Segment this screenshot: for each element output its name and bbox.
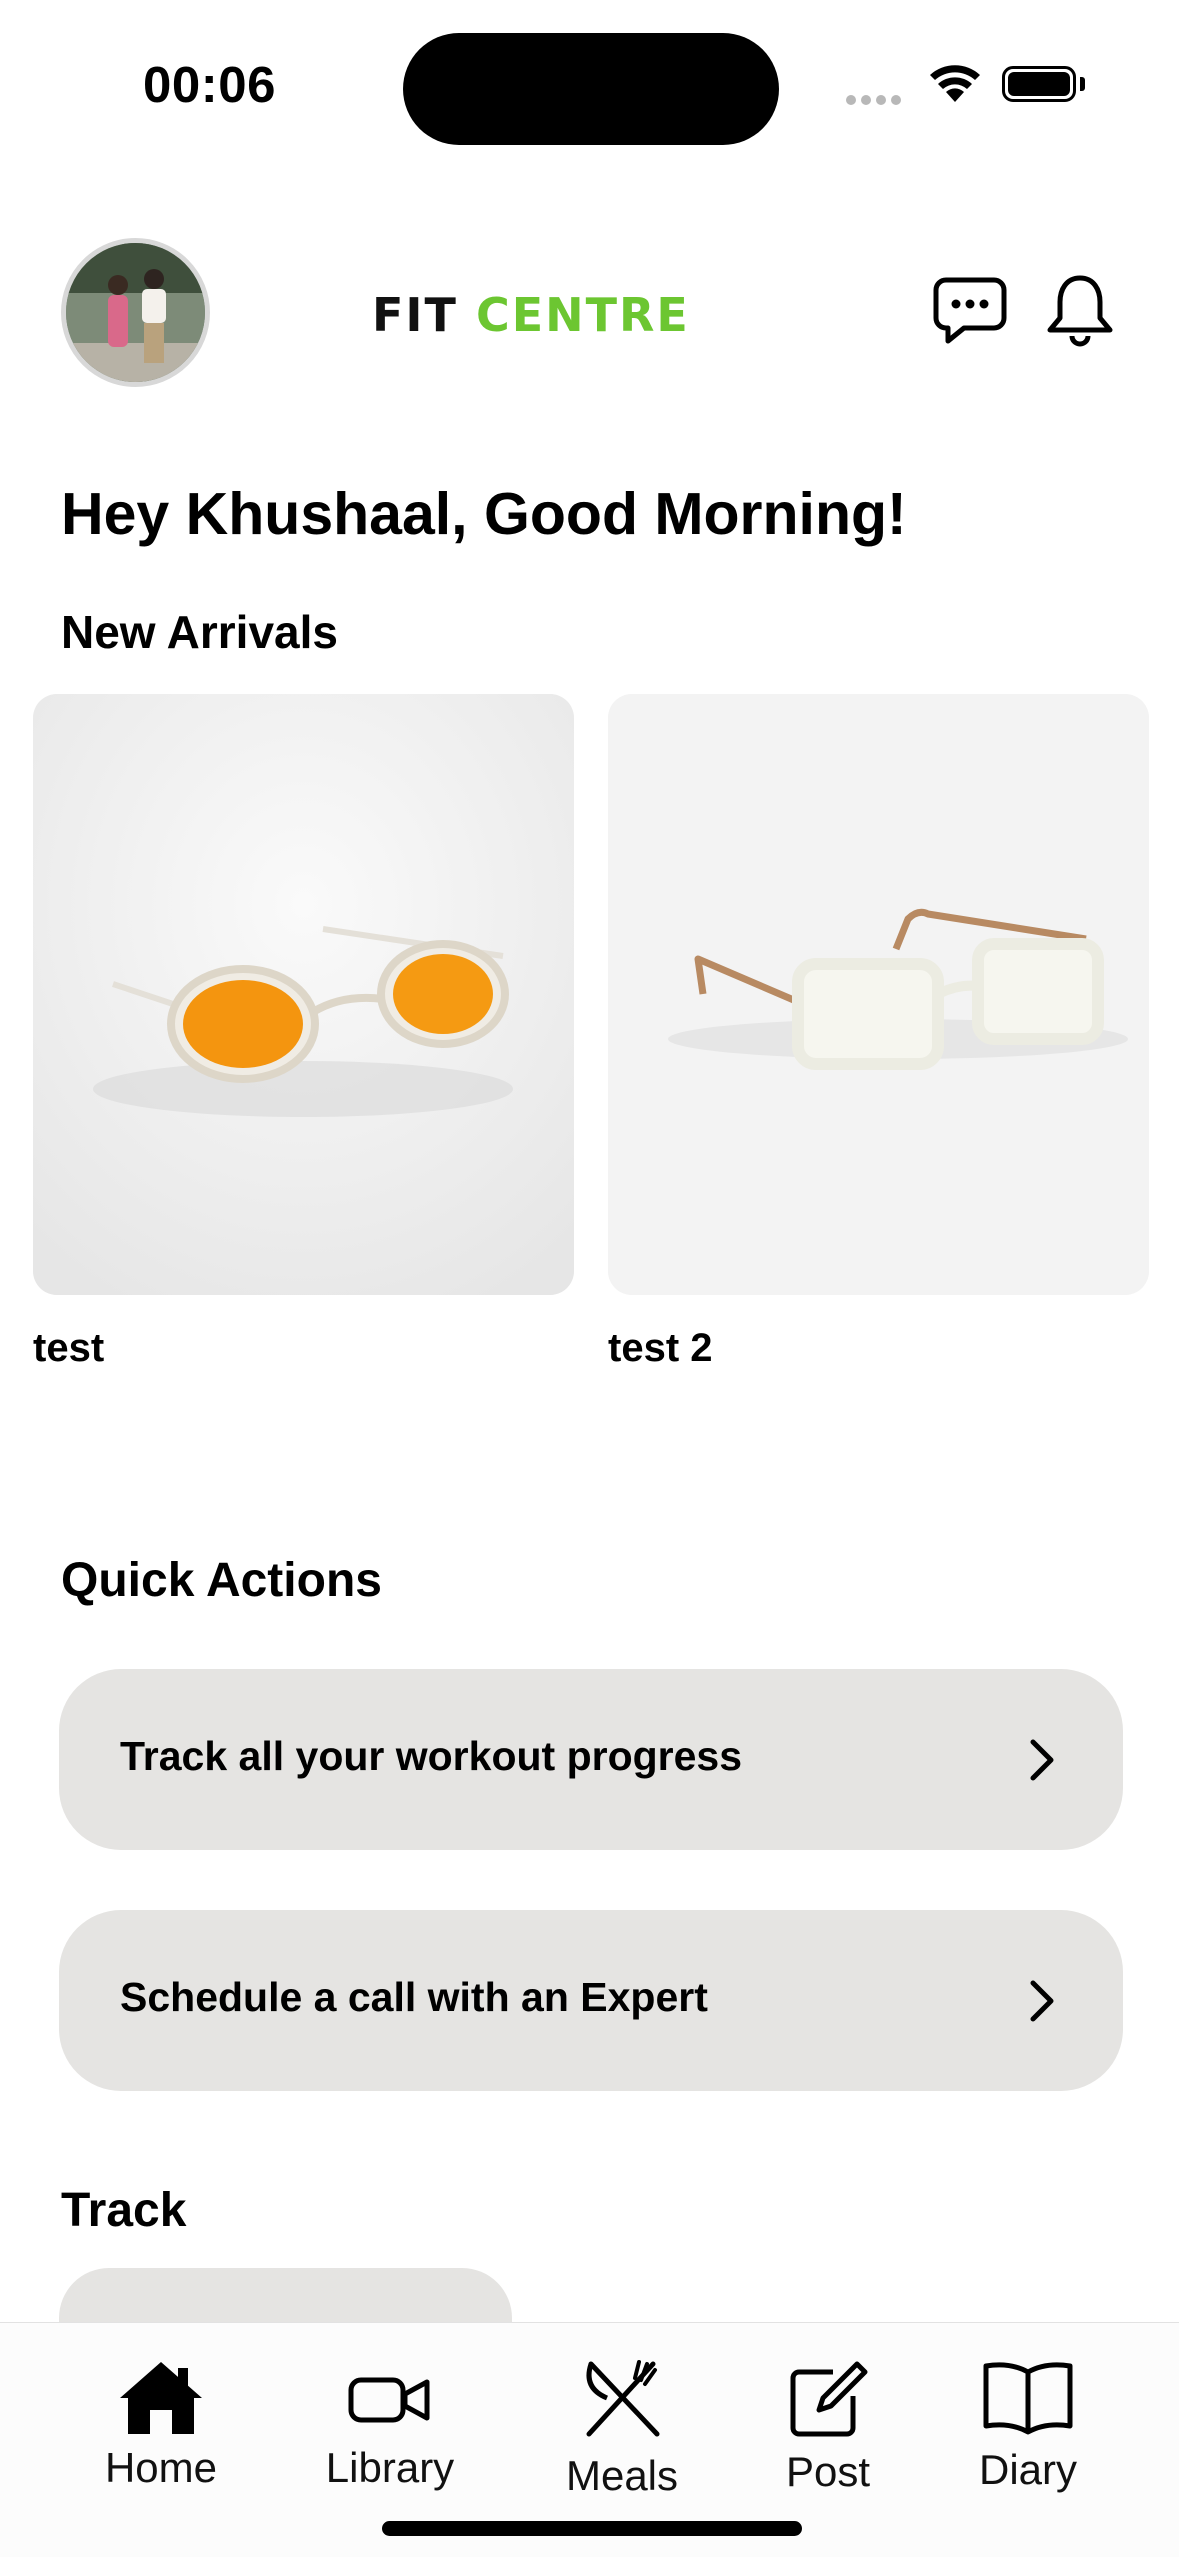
battery-cap <box>1080 77 1085 91</box>
tab-label: Home <box>104 2444 218 2491</box>
greeting-heading: Hey Khushaal, Good Morning! <box>61 481 907 547</box>
orange-sunglasses-image <box>33 694 574 1295</box>
product-card[interactable] <box>33 694 574 1295</box>
tab-label: Library <box>325 2444 455 2491</box>
bell-icon[interactable] <box>1044 272 1116 355</box>
chat-bubble-icon[interactable] <box>932 276 1008 351</box>
tab-label: Diary <box>978 2446 1077 2493</box>
clear-eyeglasses-image <box>608 694 1149 1295</box>
brand-fit: FIT <box>372 288 458 342</box>
brand-centre: CENTRE <box>475 288 690 342</box>
chevron-right-icon <box>1027 1737 1057 1788</box>
avatar[interactable] <box>61 238 210 387</box>
home-indicator <box>382 2521 802 2536</box>
quick-actions-title: Quick Actions <box>61 1554 382 1607</box>
track-title: Track <box>61 2184 187 2237</box>
cellular-signal-icon <box>846 92 906 110</box>
tab-label: Post <box>785 2448 871 2495</box>
dynamic-island <box>403 33 779 145</box>
tab-post[interactable]: Post <box>728 2358 928 2496</box>
product-label[interactable]: test <box>33 1326 104 1371</box>
status-time: 00:06 <box>143 56 276 113</box>
quick-action-label: Schedule a call with an Expert <box>120 1974 708 2020</box>
tab-label: Meals <box>565 2452 679 2499</box>
chevron-right-icon <box>1027 1978 1057 2029</box>
tab-home[interactable]: Home <box>61 2358 261 2492</box>
product-card[interactable] <box>608 694 1149 1295</box>
compose-icon <box>790 2361 868 2437</box>
house-icon <box>120 2362 202 2434</box>
track-workout-progress-button[interactable]: Track all your workout progress <box>59 1669 1123 1850</box>
tab-diary[interactable]: Diary <box>928 2358 1128 2494</box>
fork-knife-icon <box>586 2360 660 2437</box>
product-label[interactable]: test 2 <box>608 1326 713 1371</box>
book-icon <box>983 2362 1073 2435</box>
quick-action-label: Track all your workout progress <box>120 1733 743 1779</box>
video-camera-icon <box>348 2377 430 2423</box>
battery-icon <box>1002 66 1076 102</box>
tab-library[interactable]: Library <box>290 2358 490 2492</box>
brand-logo: FIT CENTRE <box>372 288 690 342</box>
tab-meals[interactable]: Meals <box>522 2358 722 2500</box>
schedule-expert-call-button[interactable]: Schedule a call with an Expert <box>59 1910 1123 2091</box>
new-arrivals-title: New Arrivals <box>61 606 338 658</box>
wifi-icon <box>928 62 982 109</box>
